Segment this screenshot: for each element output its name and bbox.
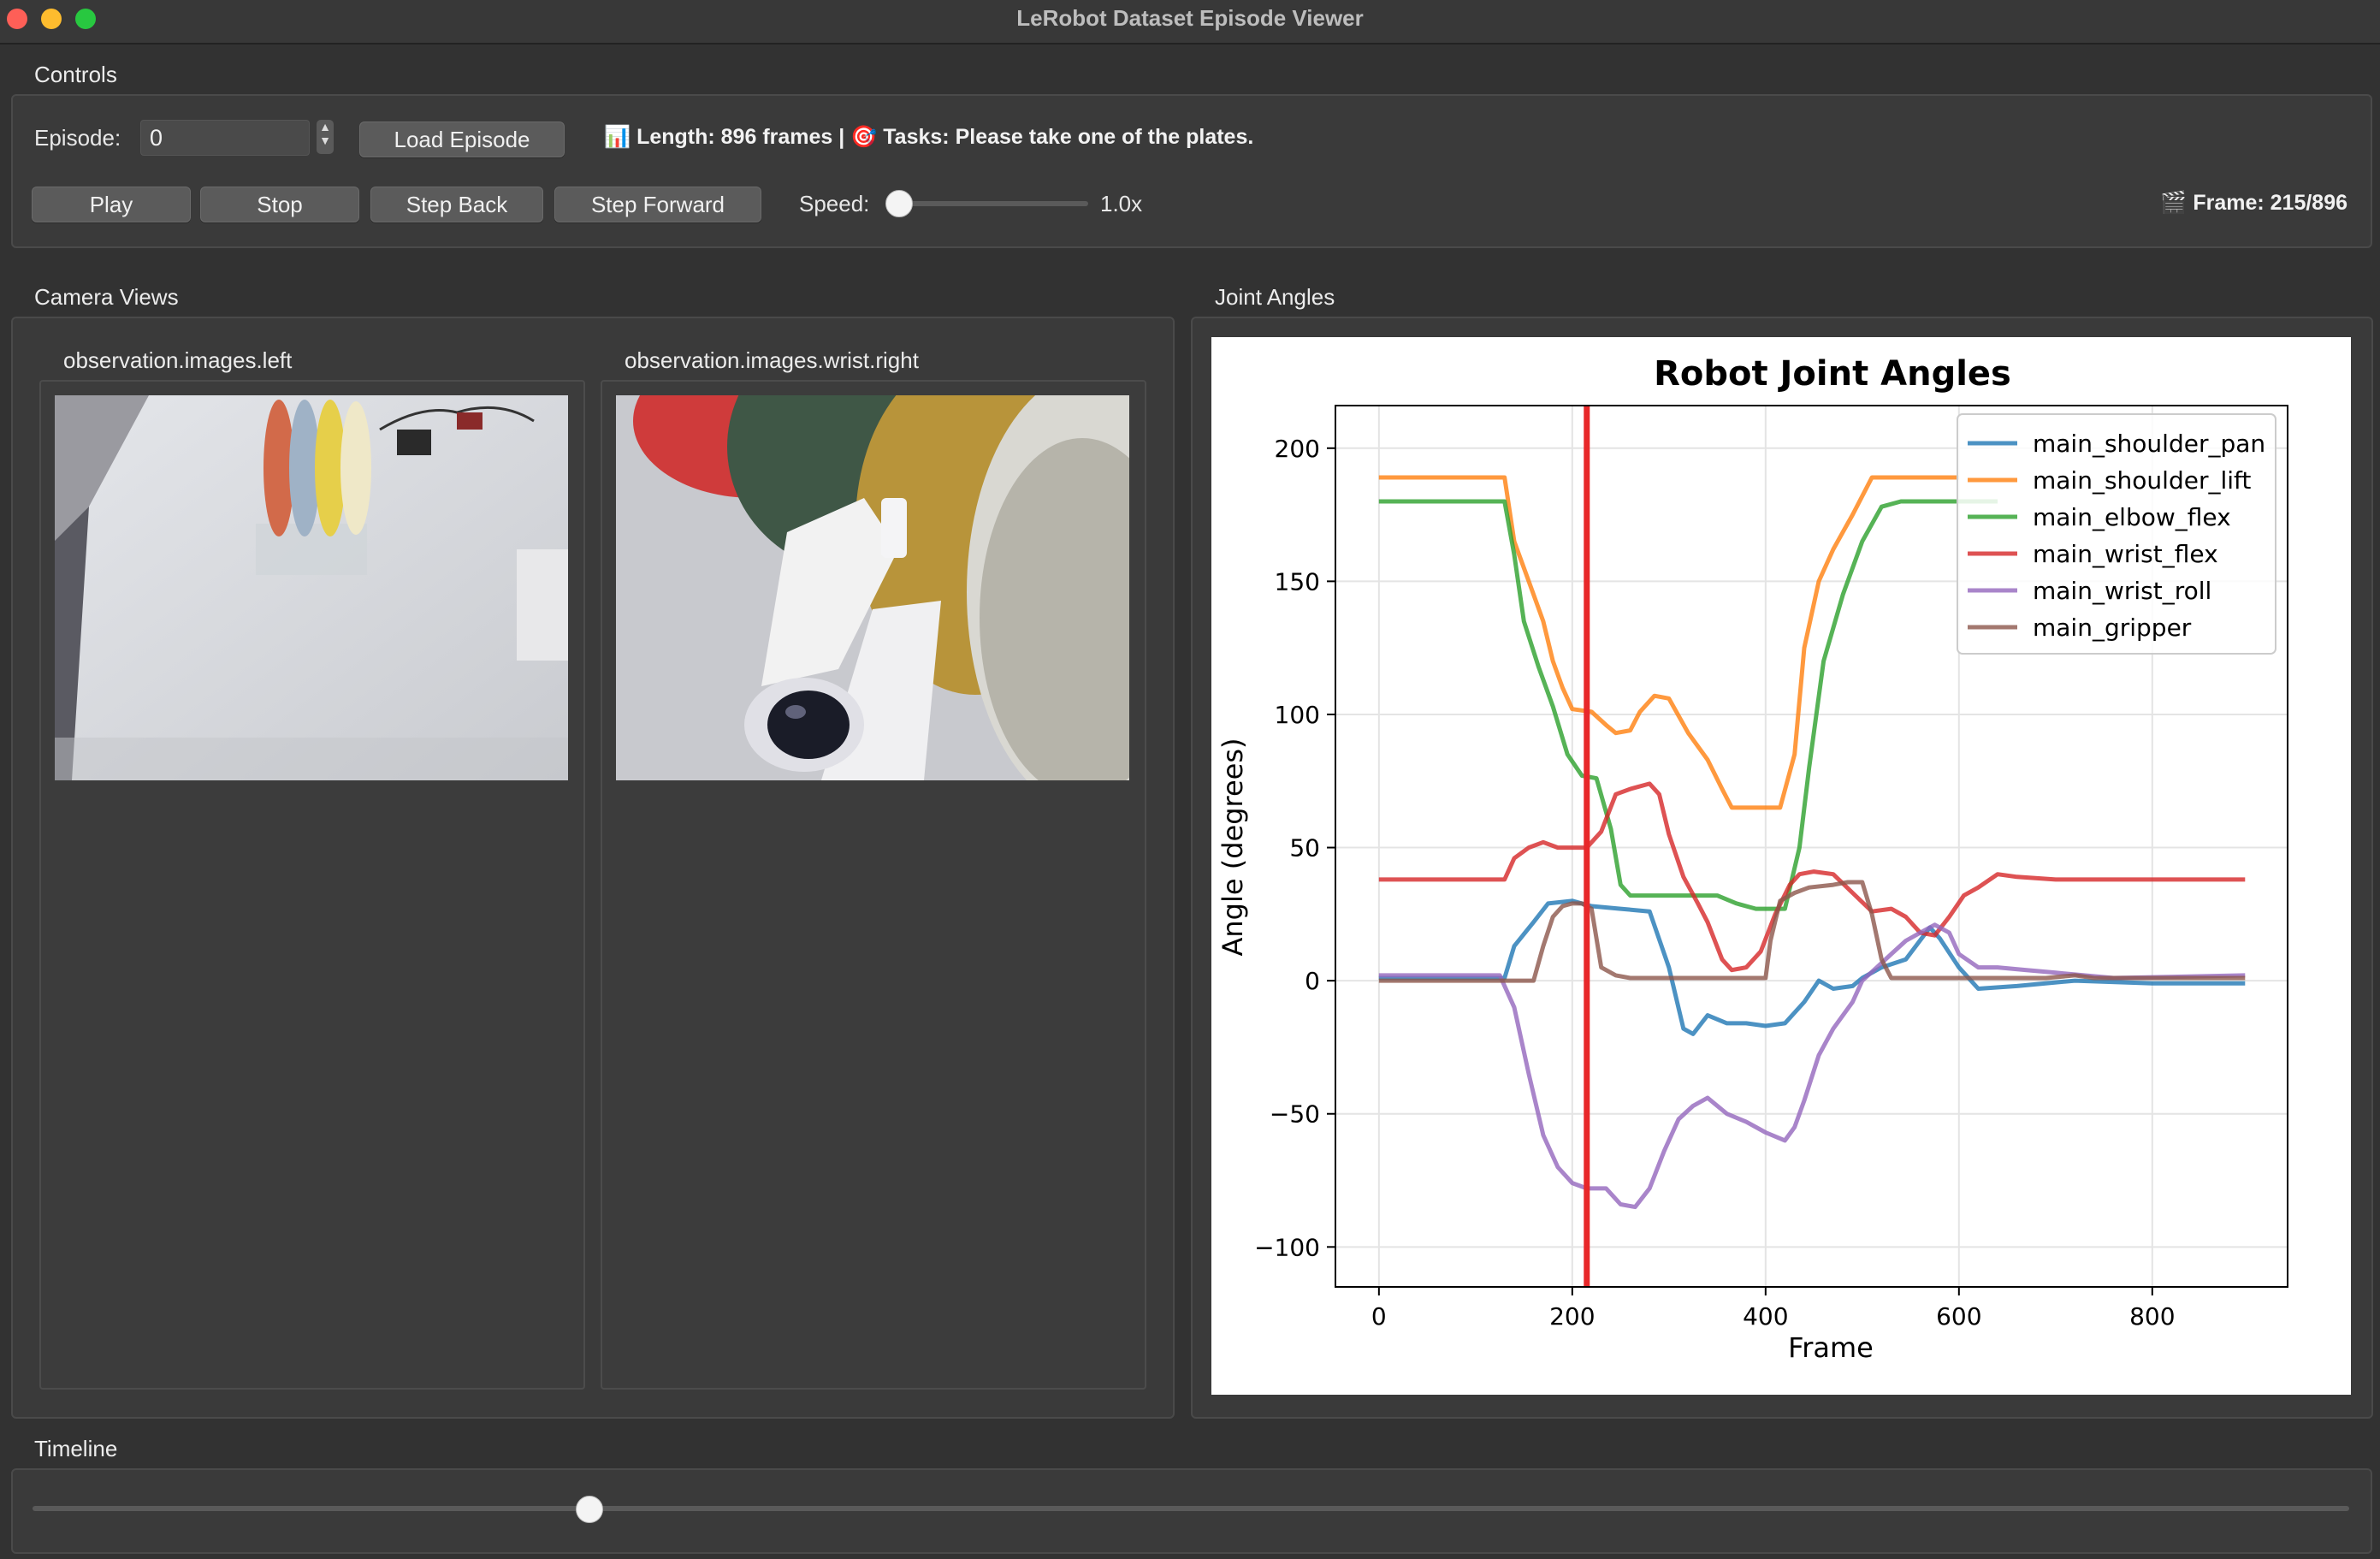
speed-label: Speed:: [799, 191, 870, 216]
y-axis-label: Angle (degrees): [1217, 738, 1249, 956]
timeline-group: [11, 1468, 2372, 1554]
x-tick-label: 200: [1549, 1302, 1595, 1331]
y-tick-label: 100: [1275, 701, 1320, 729]
joint-angles-section-title: Joint Angles: [1215, 284, 1335, 310]
x-tick-label: 0: [1371, 1302, 1387, 1331]
episode-label: Episode:: [34, 125, 121, 151]
episode-info-text: 📊 Length: 896 frames | 🎯 Tasks: Please t…: [604, 125, 1254, 149]
camera-views-section-title: Camera Views: [34, 284, 179, 310]
legend-entry: main_gripper: [2033, 614, 2192, 642]
x-axis-label: Frame: [1788, 1331, 1874, 1364]
step-forward-button[interactable]: Step Forward: [554, 187, 761, 222]
legend-entry: main_wrist_flex: [2033, 540, 2218, 568]
y-tick-label: −50: [1270, 1100, 1320, 1129]
window-title: LeRobot Dataset Episode Viewer: [1016, 5, 1364, 31]
timeline-slider-handle[interactable]: [575, 1496, 603, 1523]
chart-legend: main_shoulder_pan main_shoulder_lift main_…: [1957, 413, 2276, 655]
controls-group: [11, 94, 2372, 248]
x-tick-label: 400: [1743, 1302, 1788, 1331]
load-episode-button[interactable]: Load Episode: [359, 122, 565, 157]
left-camera-image: [55, 395, 568, 780]
speed-value: 1.0x: [1100, 191, 1143, 216]
episode-spinbox[interactable]: 0: [140, 120, 310, 156]
wrist-camera-image: [616, 318, 1223, 815]
y-tick-label: 150: [1275, 567, 1320, 596]
controls-section-title: Controls: [34, 62, 117, 87]
y-tick-label: 0: [1305, 967, 1320, 995]
x-tick-label: 800: [2129, 1302, 2175, 1331]
y-tick-label: 200: [1275, 435, 1320, 463]
left-camera-label: observation.images.left: [63, 347, 293, 373]
play-button[interactable]: Play: [32, 187, 191, 222]
frame-counter: 🎬 Frame: 215/896: [2160, 191, 2347, 215]
right-camera-label: observation.images.wrist.right: [625, 347, 919, 373]
x-tick-label: 600: [1936, 1302, 1981, 1331]
joint-angles-chart: Robot Joint Angles 0 200 400 600 800 −100 −50 0…: [1217, 354, 2288, 1364]
legend-entry: main_shoulder_pan: [2033, 430, 2265, 458]
timeline-section-title: Timeline: [34, 1436, 118, 1461]
episode-stepper-arrows[interactable]: ▲ ▼: [317, 120, 334, 154]
chart-title: Robot Joint Angles: [1654, 354, 2011, 394]
legend-entry: main_shoulder_lift: [2033, 466, 2251, 495]
timeline-slider-track[interactable]: [33, 1506, 2349, 1511]
step-back-button[interactable]: Step Back: [370, 187, 543, 222]
stop-button[interactable]: Stop: [200, 187, 359, 222]
speed-slider-handle[interactable]: [885, 190, 914, 217]
legend-entry: main_wrist_roll: [2033, 577, 2211, 605]
y-tick-label: −100: [1254, 1233, 1320, 1261]
series-line-main-wrist-flex: [1378, 781, 2246, 973]
legend-entry: main_elbow_flex: [2033, 503, 2231, 531]
speed-slider-track[interactable]: [886, 201, 1088, 206]
joint-angles-plot: Robot Joint Angles 0 200 400 600 800 −100 −50 0…: [1211, 337, 2351, 1395]
series-line-main-shoulder-pan: [1378, 898, 2246, 1036]
y-tick-label: 50: [1289, 834, 1320, 862]
